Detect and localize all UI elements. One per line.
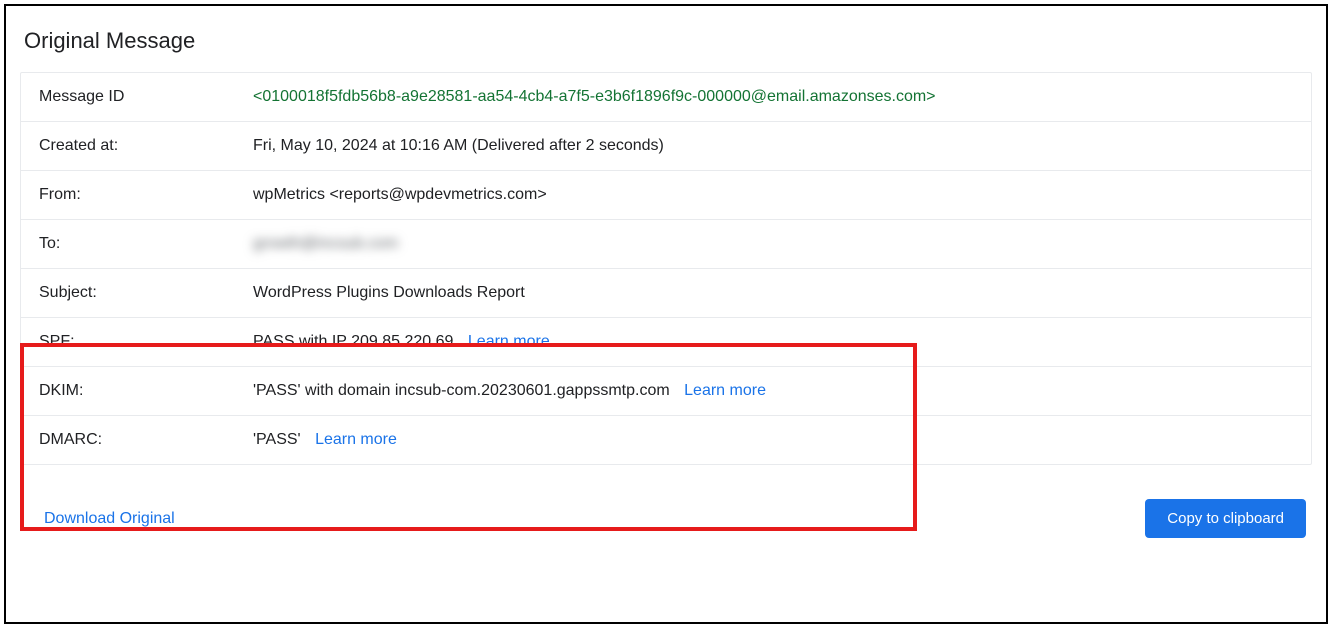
value-from: wpMetrics <reports@wpdevmetrics.com> (253, 186, 547, 204)
value-subject: WordPress Plugins Downloads Report (253, 284, 525, 302)
label-spf: SPF: (39, 333, 253, 351)
label-from: From: (39, 186, 253, 204)
value-dkim: 'PASS' with domain incsub-com.20230601.g… (253, 382, 766, 400)
label-dmarc: DMARC: (39, 431, 253, 449)
label-message-id: Message ID (39, 88, 253, 106)
spf-learn-more-link[interactable]: Learn more (468, 333, 550, 350)
row-spf: SPF: PASS with IP 209.85.220.69 Learn mo… (21, 318, 1311, 367)
label-created-at: Created at: (39, 137, 253, 155)
row-created-at: Created at: Fri, May 10, 2024 at 10:16 A… (21, 122, 1311, 171)
message-info-table: Message ID <0100018f5fdb56b8-a9e28581-aa… (20, 72, 1312, 465)
dkim-text: 'PASS' with domain incsub-com.20230601.g… (253, 382, 670, 399)
row-subject: Subject: WordPress Plugins Downloads Rep… (21, 269, 1311, 318)
spf-text: PASS with IP 209.85.220.69 (253, 333, 453, 350)
copy-to-clipboard-button[interactable]: Copy to clipboard (1145, 499, 1306, 538)
row-message-id: Message ID <0100018f5fdb56b8-a9e28581-aa… (21, 73, 1311, 122)
message-details-panel: Original Message Message ID <0100018f5fd… (4, 4, 1328, 624)
row-from: From: wpMetrics <reports@wpdevmetrics.co… (21, 171, 1311, 220)
actions-row: Download Original Copy to clipboard (20, 465, 1312, 538)
dkim-learn-more-link[interactable]: Learn more (684, 382, 766, 399)
label-dkim: DKIM: (39, 382, 253, 400)
value-dmarc: 'PASS' Learn more (253, 431, 397, 449)
label-subject: Subject: (39, 284, 253, 302)
page-title: Original Message (20, 18, 1312, 72)
dmarc-learn-more-link[interactable]: Learn more (315, 431, 397, 448)
row-dmarc: DMARC: 'PASS' Learn more (21, 416, 1311, 464)
dmarc-text: 'PASS' (253, 431, 301, 448)
download-original-link[interactable]: Download Original (44, 510, 175, 528)
value-to: growth@incsub.com (253, 235, 398, 253)
value-created-at: Fri, May 10, 2024 at 10:16 AM (Delivered… (253, 137, 664, 155)
label-to: To: (39, 235, 253, 253)
value-spf: PASS with IP 209.85.220.69 Learn more (253, 333, 550, 351)
value-message-id: <0100018f5fdb56b8-a9e28581-aa54-4cb4-a7f… (253, 88, 936, 106)
row-dkim: DKIM: 'PASS' with domain incsub-com.2023… (21, 367, 1311, 416)
row-to: To: growth@incsub.com (21, 220, 1311, 269)
